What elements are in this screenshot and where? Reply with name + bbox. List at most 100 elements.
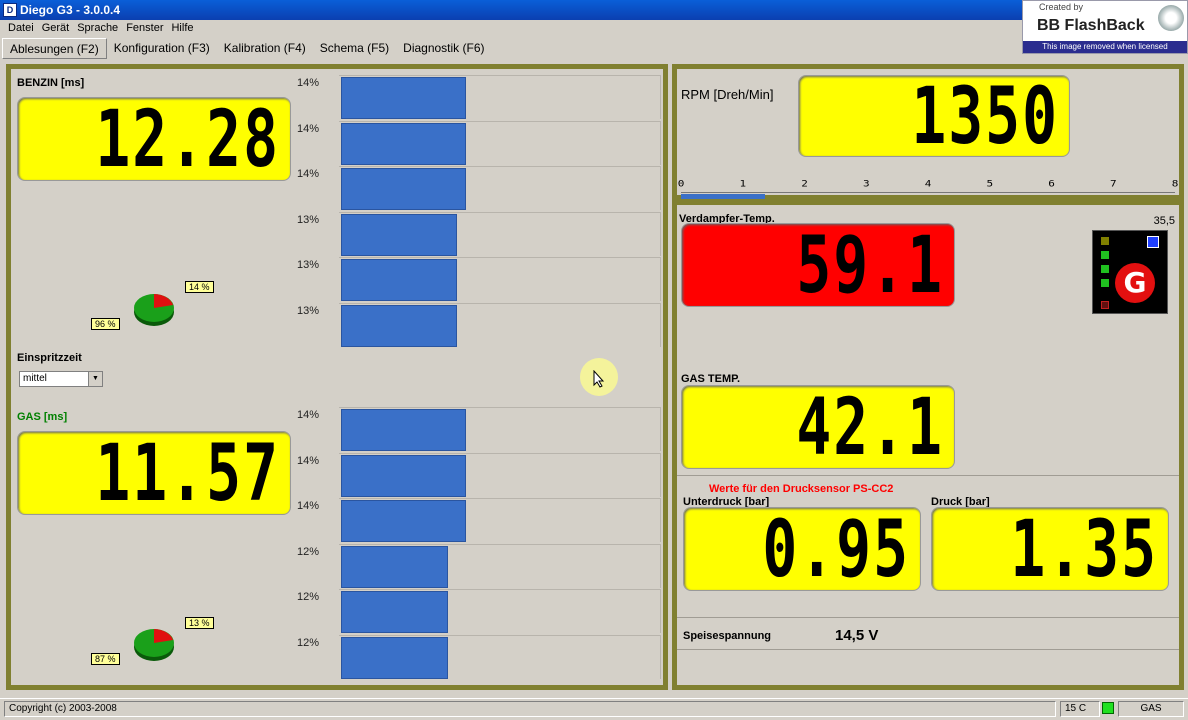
benzin-bar-fill	[341, 259, 457, 301]
benzin-bar-row: 14%	[297, 120, 661, 165]
rpm-scale-tick: 6	[1048, 178, 1055, 189]
chevron-down-icon[interactable]: ▼	[88, 372, 102, 386]
menu-bar: Datei Gerät Sprache Fenster Hilfe	[0, 20, 1020, 37]
gas-bar-label: 12%	[297, 636, 320, 649]
tab-schema[interactable]: Schema (F5)	[313, 38, 396, 59]
benzin-bar-label: 13%	[297, 304, 320, 317]
divider	[677, 649, 1179, 650]
rpm-scale-line	[681, 192, 1175, 193]
unterdruck-display: 0.95	[683, 507, 921, 591]
einspritzzeit-label: Einspritzzeit	[17, 352, 82, 364]
gas-label: GAS [ms]	[17, 411, 68, 423]
benzin-bar-row: 14%	[297, 75, 661, 119]
gas-bar-label: 14%	[297, 500, 320, 512]
benzin-bar-label: 14%	[297, 168, 320, 180]
menu-sprache[interactable]: Sprache	[73, 20, 122, 37]
benzin-value: 12.28	[95, 97, 280, 181]
benzin-bar-row: 14%	[297, 166, 661, 210]
benzin-bar-label: 13%	[297, 259, 320, 271]
benzin-pie-small-label: 14 %	[185, 281, 214, 293]
gas-bar-fill	[341, 454, 466, 497]
watermark-bottom-text: This image removed when licensed	[1023, 41, 1187, 53]
verdampfer-corner-value: 35,5	[1153, 215, 1175, 227]
gas-bar-fill	[341, 409, 466, 451]
rpm-value: 1350	[911, 75, 1059, 157]
benzin-bar-row: 13%	[297, 257, 661, 301]
benzin-bar-fill	[341, 122, 466, 165]
tab-bar: Ablesungen (F2) Konfiguration (F3) Kalib…	[2, 38, 492, 59]
rpm-scale-tick: 2	[801, 178, 808, 189]
rpm-panel: RPM [Dreh/Min] 1350 0 1 2 3 4 5 6 7 8	[672, 64, 1184, 200]
benzin-bar-fill	[341, 304, 457, 347]
unterdruck-value: 0.95	[762, 507, 910, 591]
gas-bar-fill	[341, 500, 466, 542]
benzin-bar-fill	[341, 213, 457, 256]
led-olive	[1101, 237, 1109, 245]
gas-temp-display: 42.1	[681, 385, 955, 469]
watermark-title: BB FlashBack	[1037, 17, 1145, 34]
rpm-label: RPM [Dreh/Min]	[681, 87, 774, 102]
benzin-label: BENZIN [ms]	[17, 77, 85, 89]
menu-fenster[interactable]: Fenster	[122, 20, 167, 37]
gas-display: 11.57	[17, 431, 291, 515]
gas-value: 11.57	[95, 431, 280, 515]
gas-system-indicator: G	[1092, 230, 1168, 314]
tab-kalibration[interactable]: Kalibration (F4)	[217, 38, 313, 59]
gas-bar-row: 14%	[297, 498, 661, 542]
gas-bar-fill	[341, 545, 448, 588]
rpm-level-bar	[681, 194, 765, 199]
gas-pie-chart	[134, 629, 174, 661]
speisespannung-label: Speisespannung	[683, 630, 772, 642]
gas-pie-big-label: 87 %	[91, 653, 120, 665]
benzin-pie-chart	[134, 294, 174, 326]
verdampfer-value: 59.1	[796, 223, 944, 307]
divider	[677, 475, 1179, 476]
benzin-display: 12.28	[17, 97, 291, 181]
status-temperature: 15 C	[1060, 701, 1100, 717]
led-green	[1101, 279, 1109, 287]
gas-bar-row: 12%	[297, 589, 661, 633]
rpm-scale-tick: 3	[862, 178, 870, 189]
druck-display: 1.35	[931, 507, 1169, 591]
gas-bar-label: 14%	[297, 409, 320, 421]
status-led	[1102, 702, 1114, 714]
status-copyright: Copyright (c) 2003-2008	[4, 701, 1056, 717]
benzin-bar-fill	[341, 168, 466, 210]
watermark-top-text: Created by	[1039, 2, 1084, 12]
einspritzzeit-select[interactable]: mittel ▼	[19, 371, 103, 387]
menu-geraet[interactable]: Gerät	[38, 20, 74, 37]
speisespannung-value: 14,5 V	[835, 627, 879, 644]
benzin-bar-label: 14%	[297, 122, 320, 135]
rpm-scale-tick: 8	[1171, 178, 1179, 189]
gas-temp-value: 42.1	[796, 385, 944, 469]
watermark-badge-icon	[1158, 5, 1184, 31]
rpm-scale-tick: 4	[924, 178, 932, 189]
gas-bar-row: 12%	[297, 543, 661, 588]
window-title: Diego G3 - 3.0.0.4	[20, 3, 121, 17]
menu-datei[interactable]: Datei	[4, 20, 38, 37]
rpm-scale-tick: 5	[986, 178, 994, 189]
status-fuel-mode: GAS	[1118, 701, 1184, 717]
app-icon[interactable]: D	[3, 3, 17, 17]
title-bar[interactable]: D Diego G3 - 3.0.0.4	[0, 0, 1188, 20]
gas-bar-row: 14%	[297, 407, 661, 451]
menu-hilfe[interactable]: Hilfe	[167, 20, 197, 37]
tab-diagnostik[interactable]: Diagnostik (F6)	[396, 38, 491, 59]
gas-bar-label: 14%	[297, 454, 320, 467]
benzin-bar-row: 13%	[297, 302, 661, 347]
mouse-pointer-icon	[593, 370, 605, 388]
tab-ablesungen[interactable]: Ablesungen (F2)	[2, 38, 107, 59]
benzin-bar-label: 14%	[297, 77, 320, 89]
gas-bar-row: 12%	[297, 634, 661, 679]
benzin-bar-row: 13%	[297, 211, 661, 256]
rpm-display: 1350	[798, 75, 1070, 157]
gas-bar-label: 12%	[297, 545, 320, 558]
gas-pie-small-label: 13 %	[185, 617, 214, 629]
benzin-bar-fill	[341, 77, 466, 119]
einspritzzeit-selected: mittel	[23, 373, 47, 384]
led-blue	[1147, 236, 1159, 248]
divider	[677, 617, 1179, 618]
benzin-bar-label: 13%	[297, 213, 320, 226]
gas-bar-row: 14%	[297, 452, 661, 497]
tab-konfiguration[interactable]: Konfiguration (F3)	[107, 38, 217, 59]
